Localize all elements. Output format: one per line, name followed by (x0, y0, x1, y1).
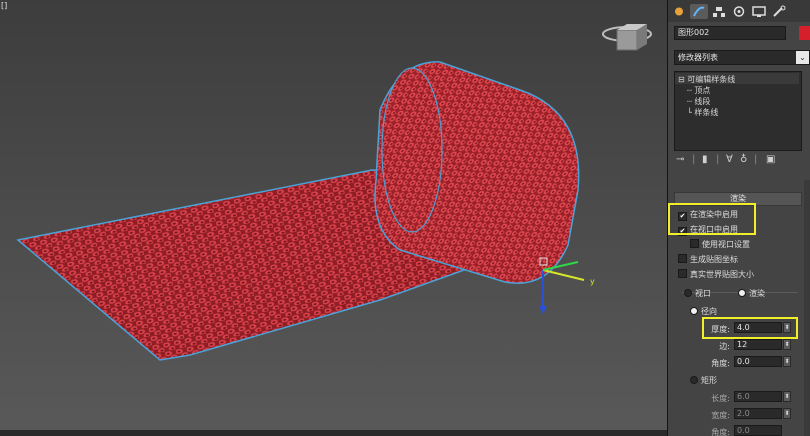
radial-angle-label: 角度: (711, 359, 730, 368)
utilities-tab-icon[interactable] (770, 4, 788, 19)
stack-item-vertex[interactable]: ┈ 顶点 (687, 85, 710, 96)
rect-angle-input[interactable]: 0.0 (734, 425, 782, 436)
viewcube (602, 24, 652, 51)
width-label: 宽度: (711, 411, 730, 420)
rendering-rollout-title: 渲染 (730, 194, 746, 203)
command-panel-tabs (668, 0, 810, 22)
modifier-list-dropdown[interactable]: 修改器列表 ⌄ (674, 50, 810, 65)
separator: | (692, 154, 696, 165)
hierarchy-tab-icon[interactable] (710, 4, 728, 19)
viewport-scene[interactable]: y (0, 0, 667, 436)
object-name-field[interactable]: 图形002 (674, 26, 786, 40)
rect-angle-label: 角度: (711, 428, 730, 436)
radio-selected-icon (738, 289, 746, 297)
separator: | (754, 154, 758, 165)
radio-selected-icon (690, 307, 698, 315)
modifier-stack[interactable]: ⊟ 可编辑样条线 ┈ 顶点 ┈ 线段 └ 样条线 (674, 71, 802, 151)
radial-label: 径向 (701, 307, 717, 316)
radial-angle-spinner-arrows[interactable]: ⬍ (783, 356, 791, 367)
remove-modifier-icon[interactable]: ♁ (740, 154, 747, 165)
length-label: 长度: (711, 394, 730, 403)
generate-mapping-label: 生成贴图坐标 (690, 255, 738, 264)
object-color-swatch[interactable] (799, 26, 810, 40)
use-viewport-settings-checkbox[interactable]: 使用视口设置 (690, 239, 750, 250)
gizmo-y-label: y (590, 277, 595, 286)
modify-tab-icon[interactable] (690, 4, 708, 19)
rectangular-radio[interactable]: 矩形 (690, 375, 717, 386)
modifier-list-label: 修改器列表 (678, 53, 718, 62)
command-panel-scrollbar[interactable] (804, 180, 810, 436)
pin-stack-icon[interactable]: ⊸ (676, 154, 684, 165)
checkbox-icon (678, 254, 687, 263)
use-viewport-settings-label: 使用视口设置 (702, 240, 750, 249)
sides-input[interactable]: 12 (734, 339, 782, 350)
checkbox-icon (690, 239, 699, 248)
perspective-viewport[interactable]: [] y (0, 0, 668, 436)
motion-tab-icon[interactable] (730, 4, 748, 19)
stack-item-spline[interactable]: └ 样条线 (687, 107, 718, 118)
generate-mapping-checkbox[interactable]: 生成贴图坐标 (678, 254, 738, 265)
radial-radio[interactable]: 径向 (690, 306, 717, 317)
renderer-radio[interactable]: 渲染 (738, 288, 765, 299)
stack-toolbar: ⊸ | ▮ | ∀ ♁ | ▣ (676, 154, 806, 168)
create-tab-icon[interactable] (670, 4, 688, 19)
separator: | (716, 154, 720, 165)
viewport-radio-label: 视口 (695, 289, 711, 298)
width-spinner-arrows[interactable]: ⬍ (783, 408, 791, 419)
real-world-map-size-checkbox[interactable]: 真实世界贴图大小 (678, 269, 754, 280)
length-input[interactable]: 6.0 (734, 391, 782, 402)
chevron-down-icon[interactable]: ⌄ (796, 51, 809, 64)
radio-icon (684, 289, 692, 297)
command-panel: 图形002 修改器列表 ⌄ ⊟ 可编辑样条线 ┈ 顶点 ┈ 线段 └ 样条线 ⊸… (668, 0, 810, 436)
renderer-radio-label: 渲染 (749, 289, 765, 298)
length-spinner-arrows[interactable]: ⬍ (783, 391, 791, 402)
rectangular-label: 矩形 (701, 376, 717, 385)
make-unique-icon[interactable]: ∀ (726, 154, 733, 165)
real-world-map-size-label: 真实世界贴图大小 (690, 270, 754, 279)
stack-item-editable-spline[interactable]: ⊟ 可编辑样条线 (678, 74, 735, 85)
highlight-box-checkboxes (668, 203, 756, 235)
stack-item-segment[interactable]: ┈ 线段 (687, 96, 710, 107)
display-tab-icon[interactable] (750, 4, 768, 19)
sides-spinner-arrows[interactable]: ⬍ (783, 339, 791, 350)
sides-label: 边: (719, 342, 730, 351)
viewport-bottom-bar (0, 430, 667, 436)
show-end-result-icon[interactable]: ▮ (702, 154, 708, 165)
width-input[interactable]: 2.0 (734, 408, 782, 419)
checkbox-icon (678, 269, 687, 278)
viewport-radio[interactable]: 视口 (684, 288, 711, 299)
configure-sets-icon[interactable]: ▣ (766, 154, 775, 165)
highlight-box-thickness (702, 317, 798, 339)
radio-icon (690, 376, 698, 384)
radial-angle-input[interactable]: 0.0 (734, 356, 782, 367)
roll-end-cap (381, 67, 443, 233)
